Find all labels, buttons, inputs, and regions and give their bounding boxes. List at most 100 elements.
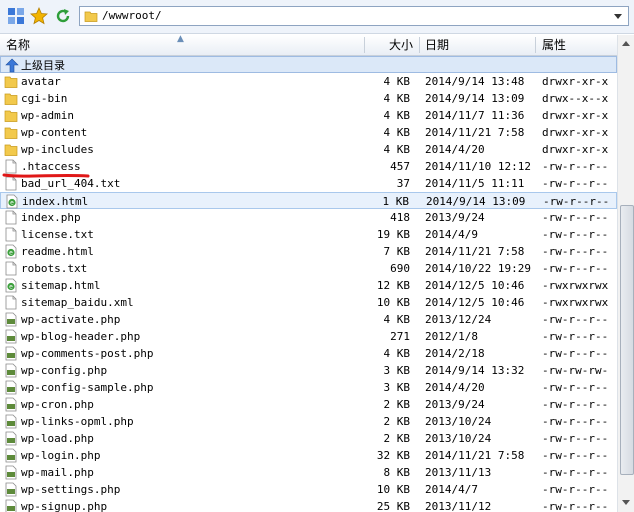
file-date: 2013/11/12	[425, 500, 492, 512]
file-row[interactable]: wp-links-opml.php 2 KB 2013/10/24 -rw-r--r-…	[0, 413, 617, 430]
folder-row[interactable]: wp-includes 4 KB 2014/4/20 drwxr-xr-x	[0, 141, 617, 158]
file-name: wp-config.php	[21, 364, 108, 377]
file-name: wp-login.php	[21, 449, 101, 462]
php-file-icon	[4, 346, 18, 361]
svg-text:e: e	[10, 200, 14, 207]
file-permissions: -rw-r--r--	[542, 449, 609, 462]
file-permissions: drwx--x--x	[542, 92, 609, 105]
file-row[interactable]: bad_url_404.txt 37 2014/11/5 11:11 -rw-r--r…	[0, 175, 617, 192]
folder-icon	[4, 125, 18, 140]
header-perm[interactable]: 属性	[542, 35, 566, 55]
folder-row[interactable]: cgi-bin 4 KB 2014/9/14 13:09 drwx--x--x	[0, 90, 617, 107]
file-row[interactable]: index.php 418 2013/9/24 -rw-r--r--	[0, 209, 617, 226]
file-permissions: drwxr-xr-x	[542, 126, 609, 139]
folder-icon	[4, 108, 18, 123]
file-name: robots.txt	[21, 262, 88, 275]
sort-asc-icon: ▲	[177, 34, 184, 44]
file-permissions: -rw-r--r--	[543, 195, 610, 208]
scroll-down-arrow-icon[interactable]	[621, 497, 631, 507]
file-size: 4 KB	[383, 313, 411, 326]
file-size: 25 KB	[376, 500, 410, 512]
file-name: cgi-bin	[21, 92, 68, 105]
file-row[interactable]: e readme.html 7 KB 2014/11/21 7:58 -rw-r--r-…	[0, 243, 617, 260]
file-permissions: -rw-r--r--	[542, 398, 609, 411]
parent-directory-label: 上级目录	[21, 59, 65, 72]
chevron-down-icon[interactable]	[610, 8, 626, 24]
file-size: 12 KB	[376, 279, 410, 292]
svg-text:e: e	[9, 250, 13, 257]
file-size: 2 KB	[383, 432, 411, 445]
file-permissions: -rw-r--r--	[542, 262, 609, 275]
file-date: 2014/4/20	[425, 381, 485, 394]
file-size: 10 KB	[376, 483, 410, 496]
file-row[interactable]: license.txt 19 KB 2014/4/9 -rw-r--r--	[0, 226, 617, 243]
file-row[interactable]: wp-cron.php 2 KB 2013/9/24 -rw-r--r--	[0, 396, 617, 413]
file-size: 2 KB	[383, 415, 411, 428]
up-arrow-icon	[5, 58, 19, 73]
path-input[interactable]: /wwwroot/	[79, 6, 629, 26]
file-row[interactable]: wp-activate.php 4 KB 2013/12/24 -rw-r--r--	[0, 311, 617, 328]
file-row[interactable]: wp-comments-post.php 4 KB 2014/2/18 -rw-r--…	[0, 345, 617, 362]
file-date: 2013/12/24	[425, 313, 492, 326]
file-name: sitemap_baidu.xml	[21, 296, 134, 309]
file-permissions: -rw-r--r--	[542, 483, 609, 496]
file-name: wp-admin	[21, 109, 74, 122]
file-name: index.php	[21, 211, 81, 224]
vertical-scrollbar[interactable]	[617, 35, 634, 512]
html-file-icon: e	[5, 194, 19, 209]
favorite-star-icon[interactable]	[29, 6, 49, 26]
file-size: 3 KB	[383, 364, 411, 377]
file-permissions: -rw-r--r--	[542, 211, 609, 224]
toolbar: /wwwroot/	[0, 0, 634, 34]
refresh-icon[interactable]	[53, 6, 73, 26]
php-file-icon	[4, 465, 18, 480]
file-row[interactable]: sitemap_baidu.xml 10 KB 2014/12/5 10:46 -rw…	[0, 294, 617, 311]
parent-directory-row[interactable]: 上级目录	[0, 56, 617, 73]
site-manager-icon[interactable]	[6, 6, 26, 26]
file-size: 271	[390, 330, 410, 343]
scroll-up-arrow-icon[interactable]	[621, 39, 631, 49]
file-row[interactable]: e sitemap.html 12 KB 2014/12/5 10:46 -rwxrwx…	[0, 277, 617, 294]
file-name: wp-signup.php	[21, 500, 108, 512]
file-name: wp-mail.php	[21, 466, 94, 479]
file-size: 4 KB	[383, 92, 411, 105]
folder-row[interactable]: wp-content 4 KB 2014/11/21 7:58 drwxr-xr-x	[0, 124, 617, 141]
file-size: 4 KB	[383, 143, 411, 156]
header-size[interactable]: 大小	[389, 35, 413, 55]
file-row[interactable]: wp-load.php 2 KB 2013/10/24 -rw-r--r--	[0, 430, 617, 447]
file-permissions: -rw-r--r--	[542, 381, 609, 394]
folder-row[interactable]: wp-admin 4 KB 2014/11/7 11:36 drwxr-xr-x	[0, 107, 617, 124]
file-icon	[4, 261, 18, 276]
file-row[interactable]: wp-config.php 3 KB 2014/9/14 13:32 -rw-rw-r…	[0, 362, 617, 379]
file-row[interactable]: .htaccess 457 2014/11/10 12:12 -rw-r--r--	[0, 158, 617, 175]
php-file-icon	[4, 397, 18, 412]
file-list: 上级目录 avatar 4 KB 2014/9/14 13:48 drwxr-xr-x…	[0, 56, 617, 512]
scrollbar-thumb[interactable]	[620, 205, 634, 475]
header-name[interactable]: 名称	[6, 35, 30, 55]
file-size: 32 KB	[376, 449, 410, 462]
file-row[interactable]: wp-config-sample.php 3 KB 2014/4/20 -rw-r--…	[0, 379, 617, 396]
file-permissions: -rwxrwxrwx	[542, 296, 609, 309]
file-row[interactable]: e index.html 1 KB 2014/9/14 13:09 -rw-r--r--	[0, 192, 617, 209]
file-date: 2013/9/24	[425, 211, 485, 224]
header-date[interactable]: 日期	[425, 35, 449, 55]
file-size: 4 KB	[383, 109, 411, 122]
file-row[interactable]: wp-signup.php 25 KB 2013/11/12 -rw-r--r--	[0, 498, 617, 512]
file-row[interactable]: robots.txt 690 2014/10/22 19:29 -rw-r--r--	[0, 260, 617, 277]
php-file-icon	[4, 380, 18, 395]
file-name: readme.html	[21, 245, 94, 258]
file-row[interactable]: wp-mail.php 8 KB 2013/11/13 -rw-r--r--	[0, 464, 617, 481]
file-permissions: -rw-r--r--	[542, 500, 609, 512]
header-separator	[535, 37, 536, 53]
file-size: 7 KB	[383, 245, 411, 258]
file-row[interactable]: wp-settings.php 10 KB 2014/4/7 -rw-r--r--	[0, 481, 617, 498]
file-row[interactable]: wp-blog-header.php 271 2012/1/8 -rw-r--r--	[0, 328, 617, 345]
php-file-icon	[4, 431, 18, 446]
file-date: 2013/9/24	[425, 398, 485, 411]
file-date: 2014/9/14 13:48	[425, 75, 525, 88]
file-name: index.html	[22, 195, 89, 208]
file-date: 2012/1/8	[425, 330, 478, 343]
folder-row[interactable]: avatar 4 KB 2014/9/14 13:48 drwxr-xr-x	[0, 73, 617, 90]
file-row[interactable]: wp-login.php 32 KB 2014/11/21 7:58 -rw-r--r…	[0, 447, 617, 464]
file-permissions: -rw-r--r--	[542, 432, 609, 445]
